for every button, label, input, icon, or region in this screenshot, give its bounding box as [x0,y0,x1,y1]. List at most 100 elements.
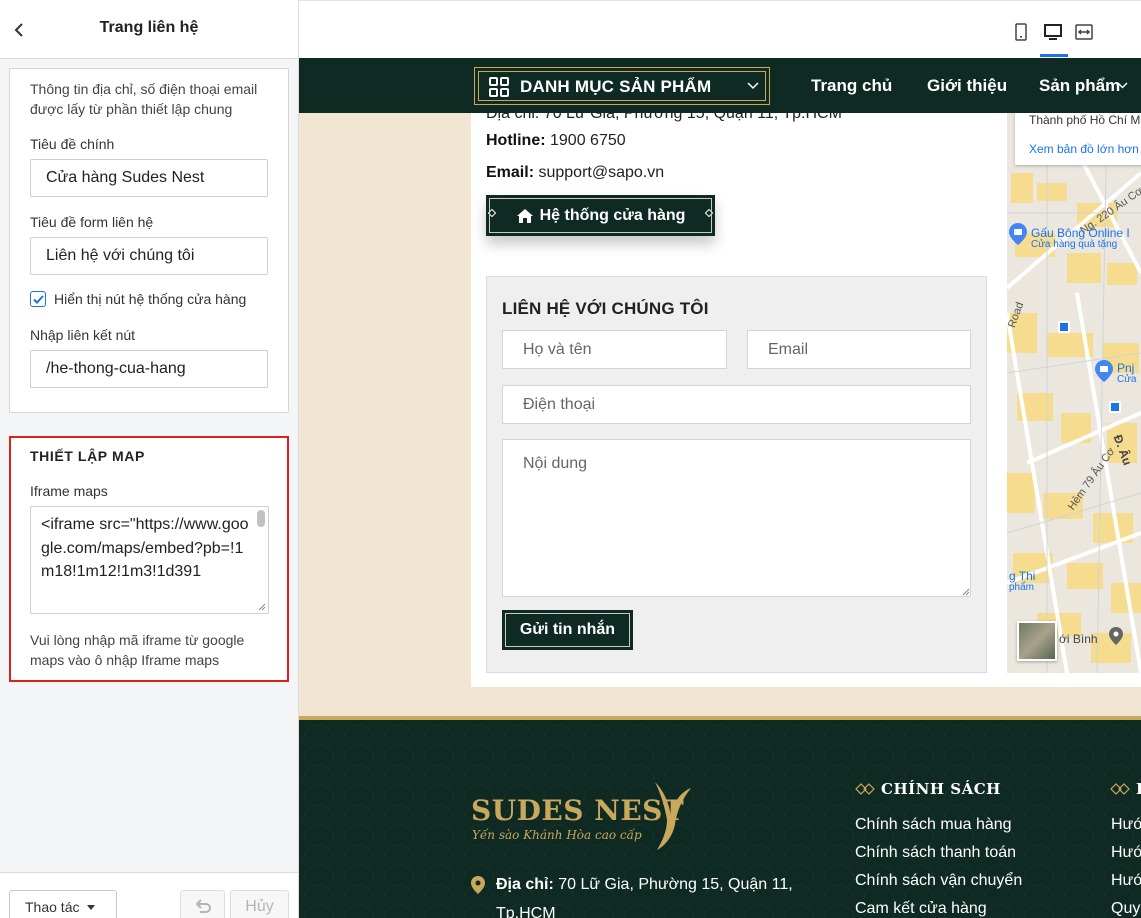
map-label: Cửa hàng quà tặng [1031,239,1118,250]
home-icon [516,208,533,223]
map-label: Gấu Bông Online I [1031,226,1130,240]
footer-link[interactable]: Chính sách vận chuyển [855,872,1022,890]
site-footer: SUDES NEST Yến sào Khánh Hòa cao cấp Địa… [299,720,1141,918]
diamond-icon [855,783,875,795]
contact-form: LIÊN HỆ VỚI CHÚNG TÔI Họ và tên Email Đi… [486,276,987,673]
info-hint: Thông tin địa chỉ, số điện thoại email đ… [30,81,258,117]
phone-input[interactable]: Điện thoại [502,385,971,424]
map-info-box: Thành phố Hồ Chí Mi Xem bản đồ lớn hơn [1015,113,1141,165]
map-label: g Thi [1009,569,1036,583]
resize-grip-icon[interactable] [962,588,970,596]
iframe-maps-label: Iframe maps [30,483,108,499]
main-title-input[interactable]: Cửa hàng Sudes Nest [30,159,268,197]
iframe-maps-textarea[interactable]: <iframe src="https://www.google.com/maps… [30,506,269,614]
footer-link[interactable]: Chính sách thanh toán [855,844,1016,862]
footer-link[interactable]: Chính sách mua hàng [855,816,1012,834]
send-message-label: Gửi tin nhắn [505,613,630,647]
message-textarea[interactable]: Nội dung [502,439,971,597]
footer-link[interactable]: Hướ [1111,816,1141,834]
settings-panel: Trang liên hệ Thông tin địa chỉ, số điện… [0,0,299,918]
grid-icon [489,77,509,97]
desktop-icon [1044,24,1062,40]
email-value[interactable]: support@sapo.vn [538,164,664,181]
contact-email: Email: support@sapo.vn [486,164,665,181]
caret-down-icon [87,904,96,910]
hotline-value[interactable]: 1900 6750 [550,132,626,149]
panel-header: Trang liên hệ [0,0,298,59]
footer-link[interactable]: Hướ [1111,844,1141,862]
actions-label: Thao tác [25,899,80,915]
location-pin-icon [471,876,485,894]
nav-link-home[interactable]: Trang chủ [811,76,892,96]
bus-stop-icon [1109,401,1121,413]
send-message-button[interactable]: Gửi tin nhắn [502,610,633,650]
policy-heading: CHÍNH SÁCH [855,780,1001,798]
map-label: Cửa [1117,374,1137,385]
checkbox[interactable] [30,291,46,307]
footer-address: Địa chỉ: 70 Lữ Gia, Phường 15, Quận 11, … [471,870,801,918]
view-larger-map-link[interactable]: Xem bản đồ lớn hơn [1029,142,1139,156]
textarea-scrollbar[interactable] [257,510,265,527]
check-icon [32,294,44,304]
site-preview: DANH MỤC SẢN PHẨM Trang chủ Giới thiệu S… [299,0,1141,918]
email-input[interactable]: Email [747,330,971,369]
bus-stop-icon [1058,321,1070,333]
map-label: ới Bình [1059,632,1098,646]
fullwidth-icon [1075,24,1093,40]
mobile-icon [1015,23,1027,41]
swallow-logo-icon [655,782,691,850]
map-help-text: Vui lòng nhập mã iframe từ google maps v… [30,632,245,668]
map-label: Pnj [1117,361,1135,375]
category-menu[interactable]: DANH MỤC SẢN PHẨM [474,67,770,105]
map-city-label: Thành phố Hồ Chí Mi [1029,113,1141,127]
footer-logo[interactable]: SUDES NEST Yến sào Khánh Hòa cao cấp [471,780,701,855]
panel-footer: Thao tác Hủy [0,872,298,918]
form-title-input[interactable]: Liên hệ với chúng tôi [30,237,268,275]
footer-link[interactable]: Hướ [1111,872,1141,890]
resize-grip-icon[interactable] [257,602,266,611]
undo-button[interactable] [180,890,225,918]
logo-tagline: Yến sào Khánh Hòa cao cấp [472,828,642,842]
undo-icon [195,899,211,913]
show-store-button-toggle[interactable]: Hiển thị nút hệ thống cửa hàng [30,291,246,307]
footer-link[interactable]: Cam kết cửa hàng [855,900,987,918]
active-device-indicator [1040,54,1068,57]
contact-form-title: LIÊN HỆ VỚI CHÚNG TÔI [502,299,709,318]
store-button-label: Hệ thống cửa hàng [539,206,686,224]
category-menu-label: DANH MỤC SẢN PHẨM [520,77,712,96]
name-input[interactable]: Họ và tên [502,330,727,369]
footer-link[interactable]: Quy [1111,900,1140,918]
map-satellite-toggle[interactable] [1017,621,1057,661]
shopping-pin-icon [1095,360,1113,382]
actions-dropdown[interactable]: Thao tác [9,890,117,918]
diamond-icon [1110,783,1130,795]
cancel-button[interactable]: Hủy [230,890,289,918]
site-navbar: DANH MỤC SẢN PHẨM Trang chủ Giới thiệu S… [299,58,1141,113]
map-settings-card: THIẾT LẬP MAP Iframe maps <iframe src="h… [9,436,289,682]
map-settings-heading: THIẾT LẬP MAP [30,448,145,464]
contact-hotline: Hotline: 1900 6750 [486,132,626,149]
contact-settings-card: Thông tin địa chỉ, số điện thoại email đ… [9,68,289,413]
button-link-input[interactable]: /he-thong-cua-hang [30,350,268,388]
guide-heading: H [1110,780,1141,798]
google-map-embed[interactable]: Thành phố Hồ Chí Mi Xem bản đồ lớn hơn N… [1007,113,1141,673]
nav-link-products[interactable]: Sản phẩm [1039,76,1120,96]
chevron-down-icon [1117,82,1128,89]
device-toolbar [299,0,1141,58]
location-pin-icon [1109,627,1123,645]
iframe-maps-value: <iframe src="https://www.google.com/maps… [41,516,249,580]
nav-link-about[interactable]: Giới thiệu [927,76,1007,96]
store-system-button[interactable]: Hệ thống cửa hàng [486,195,715,236]
show-store-button-label: Hiển thị nút hệ thống cửa hàng [54,291,247,307]
main-title-label: Tiêu đề chính [30,136,115,152]
shopping-pin-icon [1009,223,1027,245]
form-title-label: Tiêu đề form liên hệ [30,214,154,230]
mobile-view-button[interactable] [1010,21,1032,43]
map-label: phẩm [1009,582,1035,593]
button-link-label: Nhập liên kết nút [30,327,136,343]
desktop-view-button[interactable] [1042,21,1064,43]
contact-content: Địa chỉ: 70 Lữ Gia, Phường 15, Quận 11, … [471,113,1141,687]
contact-address: Địa chỉ: 70 Lữ Gia, Phường 15, Quận 11, … [486,113,842,122]
fullwidth-view-button[interactable] [1073,21,1095,43]
chevron-down-icon [747,82,759,90]
